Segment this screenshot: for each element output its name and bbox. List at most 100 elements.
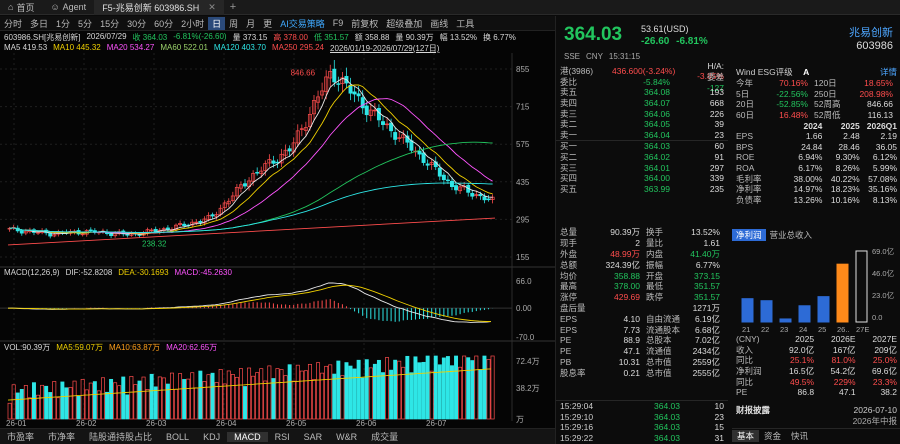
price-change: -26.60 -6.81% [641, 36, 708, 47]
toolbar-item-12[interactable]: AI交易策略 [276, 17, 329, 30]
indicator-tab-8[interactable]: W&R [329, 432, 364, 442]
usd-price: 53.61(USD) [641, 24, 689, 34]
indicator-tab-0[interactable]: 市盈率 [0, 430, 41, 443]
toolbar-item-15[interactable]: 超级叠加 [382, 17, 426, 30]
market-info: SSE CNY 15:31:15 [564, 52, 640, 61]
metric-2025: 18.23% [830, 184, 860, 195]
indicator-tab-3[interactable]: BOLL [159, 432, 196, 442]
volume-bar [121, 376, 126, 420]
candle-body [287, 148, 292, 152]
ma120-line [9, 182, 493, 233]
fundamentals: Wind ESG评级 A 详情 今年 70.16% 120日 18.65% 5日 -22.… [732, 66, 900, 205]
macd-axis-label: -70.0 [516, 333, 535, 342]
volume-bar [312, 379, 316, 420]
toolbar-item-0[interactable]: 分时 [0, 17, 26, 30]
tick-price: 364.03 [654, 433, 680, 444]
ask-row-4[interactable]: 卖一 364.04 23 [556, 130, 728, 141]
candle-body [210, 214, 215, 217]
volume-bar [307, 363, 312, 420]
ask-volume: 668 [709, 98, 724, 109]
stat-value: 358.88 [614, 270, 640, 281]
tab-stock[interactable]: F5-兆易创新 603986.SH ✕ [94, 0, 224, 15]
toolbar-item-14[interactable]: 前复权 [347, 17, 382, 30]
news-block[interactable]: 财报披露 2026-07-10 2026年中报 [732, 404, 900, 426]
news-row[interactable]: 财报披露 2026-07-10 [732, 404, 900, 415]
toolbar-item-13[interactable]: F9 [329, 18, 348, 28]
ask-price: 364.06 [644, 108, 670, 119]
indicator-tab-7[interactable]: SAR [297, 432, 330, 442]
volume-bar [393, 359, 398, 420]
stat-label: PE [560, 335, 572, 346]
tick-row-2[interactable]: 15:29:16 364.03 15 [556, 422, 728, 433]
indicator-tab-4[interactable]: KDJ [196, 432, 227, 442]
toolbar-item-8[interactable]: 日 [208, 16, 226, 30]
macd-dif: DIF:-52.8208 [65, 268, 113, 277]
volume-bar [149, 373, 154, 420]
ask-volume: 39 [714, 119, 724, 130]
indicator-tab-6[interactable]: RSI [268, 432, 297, 442]
bottom-tab-1[interactable]: 资金 [759, 430, 786, 442]
stat-value-2: 13.52% [691, 227, 720, 238]
metric-2025: 40.22% [830, 173, 860, 184]
volume-bar [445, 356, 450, 420]
volume-bar [48, 392, 53, 420]
chart-area[interactable]: 603986.SH[兆易创新] 2026/07/29 收 364.03 -6.8… [0, 31, 555, 428]
metric-2024: 24.84 [801, 141, 823, 152]
perf-value-2: 208.98% [859, 88, 893, 99]
bottom-tab-2[interactable]: 快讯 [786, 430, 813, 442]
last-price: 364.03 [564, 24, 623, 45]
toolbar-item-16[interactable]: 画线 [426, 17, 452, 30]
tick-list[interactable]: 15:29:04 364.03 10 15:29:10 364.03 23 15:29:16… [556, 400, 728, 443]
toolbar-item-9[interactable]: 周 [225, 17, 242, 30]
indicator-tab-5[interactable]: MACD [227, 431, 268, 442]
toolbar-item-4[interactable]: 15分 [96, 17, 123, 30]
metrics-hdr-c: 2025 [840, 120, 860, 131]
bid-row-4[interactable]: 买五 363.99 235 [556, 184, 728, 195]
indicator-tab-2[interactable]: 陆股通持股占比 [82, 430, 159, 443]
toolbar-item-1[interactable]: 多日 [26, 17, 52, 30]
kline-chart-svg: 846.66 238.32 72.4万 38.2万万 855 715 575 435 295… [0, 53, 555, 428]
add-tab-button[interactable]: + [224, 1, 242, 13]
subtab-1[interactable]: 营业总收入 [766, 229, 817, 241]
weibi-value: -5.84% [643, 76, 670, 87]
stock-name[interactable]: 兆易创新 [849, 24, 893, 40]
bottom-tab-0[interactable]: 基本 [732, 429, 760, 442]
volume-bar [19, 389, 24, 420]
stat-row-11: PE 47.1 流通值 2434亿 [556, 346, 728, 357]
toolbar-item-7[interactable]: 2小时 [177, 17, 208, 30]
stat-value: 90.39万 [610, 227, 640, 238]
toolbar-item-10[interactable]: 月 [242, 17, 259, 30]
toolbar-item-11[interactable]: 更 [259, 17, 276, 30]
indicator-tab-1[interactable]: 市净率 [41, 430, 82, 443]
macd-value: MACD:-45.2630 [174, 268, 232, 277]
tick-row-0[interactable]: 15:29:04 364.03 10 [556, 401, 728, 412]
candle-body [255, 172, 260, 174]
toolbar-item-5[interactable]: 30分 [123, 17, 150, 30]
toolbar-item-2[interactable]: 1分 [52, 17, 74, 30]
close-icon[interactable]: ✕ [208, 2, 216, 13]
indicator-tab-9[interactable]: 成交量 [364, 430, 405, 443]
esg-detail-link[interactable]: 详情 [880, 66, 897, 78]
subtab-0[interactable]: 净利润 [732, 229, 766, 241]
toolbar-item-6[interactable]: 60分 [150, 17, 177, 30]
volume-bar [76, 395, 81, 420]
profit-bar-ylabel: 23.0亿 [872, 290, 895, 300]
volume-bar [100, 377, 105, 420]
toolbar-item-17[interactable]: 工具 [452, 17, 478, 30]
volume-bar [234, 376, 239, 420]
tab-agent[interactable]: ☺ Agent [42, 0, 94, 15]
tick-time: 15:29:10 [560, 411, 594, 422]
tick-volume: 15 [714, 422, 724, 433]
metric-2026q1: 35.16% [868, 184, 898, 195]
metric-2026q1: 36.05 [875, 141, 898, 152]
candle-body [48, 233, 53, 237]
volume-bar [364, 359, 369, 420]
tick-row-3[interactable]: 15:29:22 364.03 31 [556, 433, 728, 444]
tab-home[interactable]: ⌂ 首页 [0, 0, 42, 15]
toolbar-item-3[interactable]: 5分 [74, 17, 96, 30]
macd-info: MACD(12,26,9) DIF:-52.8208 DEA:-30.1693 … [4, 268, 232, 279]
tick-row-1[interactable]: 15:29:10 364.03 23 [556, 412, 728, 423]
est-hdr-d: 2027E [872, 334, 897, 345]
quote-panel: 364.03 53.61(USD) -26.60 -6.81% 兆易创新 603… [555, 16, 900, 444]
candle-body [470, 193, 475, 197]
